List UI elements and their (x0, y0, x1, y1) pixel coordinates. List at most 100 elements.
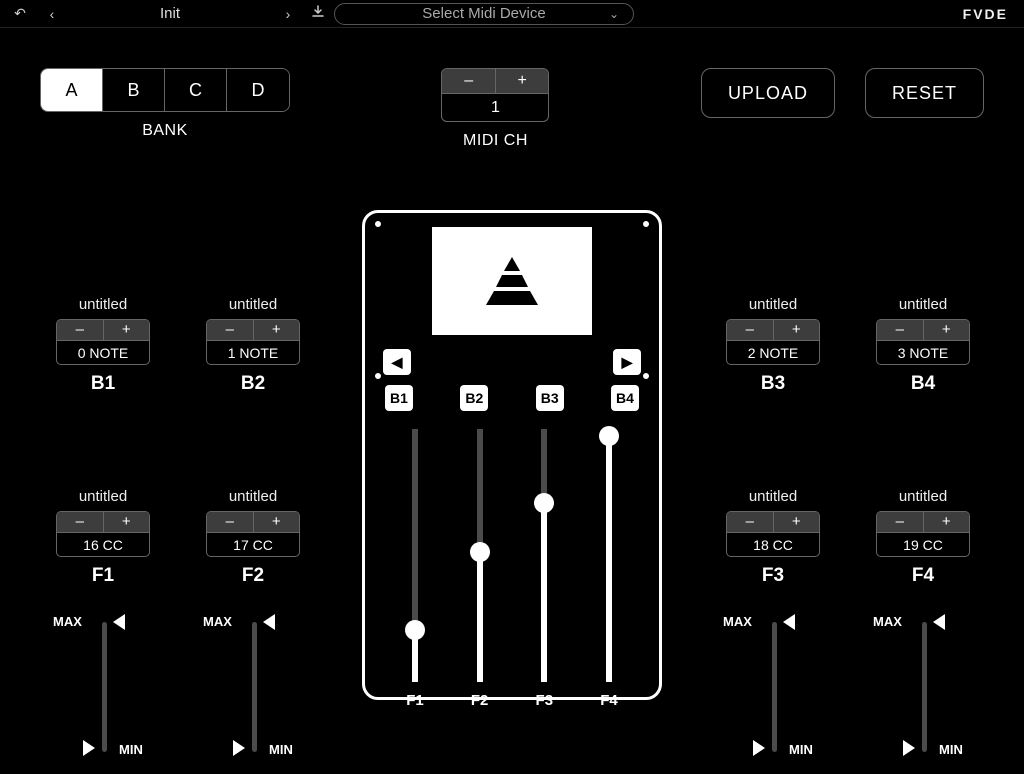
cc-control-f1: untitled – + 16 CC F1 (43, 488, 163, 587)
device-prev-button[interactable]: ◀ (383, 349, 411, 375)
note-control-b1: untitled – + 0 NOTE B1 (43, 296, 163, 395)
cc-title[interactable]: untitled (863, 488, 983, 505)
midi-ch-decrement-button[interactable]: – (442, 69, 496, 93)
fader-label: F2 (471, 692, 489, 709)
triangle-right-icon[interactable] (83, 740, 95, 756)
note-value: 2 NOTE (726, 341, 820, 365)
triangle-left-icon[interactable] (113, 614, 125, 630)
cc-increment-button[interactable]: + (104, 512, 150, 532)
cc-control-f2: untitled – + 17 CC F2 (193, 488, 313, 587)
range-slider-f1[interactable]: MAX MIN (53, 608, 153, 762)
cc-increment-button[interactable]: + (774, 512, 820, 532)
triangle-left-icon: ◀ (392, 354, 403, 371)
midi-channel-control: – + 1 MIDI CH (441, 68, 549, 150)
range-max-label: MAX (203, 614, 232, 629)
bank-a-button[interactable]: A (41, 69, 103, 111)
cc-increment-button[interactable]: + (924, 512, 970, 532)
note-decrement-button[interactable]: – (57, 320, 104, 340)
range-track (772, 622, 777, 752)
cc-decrement-button[interactable]: – (727, 512, 774, 532)
midi-ch-increment-button[interactable]: + (496, 69, 549, 93)
fader-knob[interactable] (470, 542, 490, 562)
prev-preset-button[interactable]: ‹ (38, 3, 66, 25)
toolbar: ↶ ‹ Init › Select Midi Device ⌄ FVDE (0, 0, 1024, 28)
note-title[interactable]: untitled (713, 296, 833, 313)
triangle-right-icon[interactable] (233, 740, 245, 756)
fader-label: F4 (600, 692, 618, 709)
upload-button[interactable]: UPLOAD (701, 68, 835, 118)
preset-name[interactable]: Init (70, 5, 270, 22)
range-slider-f4[interactable]: MAX MIN (873, 608, 973, 762)
device-fader-f1[interactable]: F1 (395, 429, 435, 709)
note-decrement-button[interactable]: – (877, 320, 924, 340)
bank-b-button[interactable]: B (103, 69, 165, 111)
cc-label: F2 (193, 565, 313, 587)
device-next-button[interactable]: ▶ (613, 349, 641, 375)
cc-value: 19 CC (876, 533, 970, 557)
cc-decrement-button[interactable]: – (57, 512, 104, 532)
chevron-down-icon: ⌄ (609, 7, 619, 21)
note-increment-button[interactable]: + (104, 320, 150, 340)
device-fader-f3[interactable]: F3 (524, 429, 564, 709)
midi-ch-label: MIDI CH (441, 132, 549, 150)
undo-button[interactable]: ↶ (6, 3, 34, 25)
hardware-device: ◀ ▶ B1 B2 B3 B4 F1F2F3F4 (362, 210, 662, 700)
range-min-label: MIN (119, 742, 143, 757)
note-label: B4 (863, 373, 983, 395)
note-control-b4: untitled – + 3 NOTE B4 (863, 296, 983, 395)
range-slider-f3[interactable]: MAX MIN (723, 608, 823, 762)
device-b4-button[interactable]: B4 (611, 385, 639, 411)
device-b1-button[interactable]: B1 (385, 385, 413, 411)
triangle-right-icon[interactable] (753, 740, 765, 756)
note-title[interactable]: untitled (863, 296, 983, 313)
chevron-left-icon: ‹ (50, 6, 55, 22)
device-fader-f4[interactable]: F4 (589, 429, 629, 709)
midi-device-select[interactable]: Select Midi Device ⌄ (334, 3, 634, 25)
cc-increment-button[interactable]: + (254, 512, 300, 532)
range-max-label: MAX (873, 614, 902, 629)
note-increment-button[interactable]: + (774, 320, 820, 340)
bank-label: BANK (40, 122, 290, 140)
cc-title[interactable]: untitled (713, 488, 833, 505)
note-increment-button[interactable]: + (924, 320, 970, 340)
range-track (922, 622, 927, 752)
device-fader-f2[interactable]: F2 (460, 429, 500, 709)
note-increment-button[interactable]: + (254, 320, 300, 340)
fader-knob[interactable] (405, 620, 425, 640)
note-title[interactable]: untitled (43, 296, 163, 313)
note-label: B3 (713, 373, 833, 395)
triangle-left-icon[interactable] (933, 614, 945, 630)
pyramid-icon (482, 251, 542, 311)
triangle-left-icon[interactable] (783, 614, 795, 630)
note-label: B2 (193, 373, 313, 395)
cc-title[interactable]: untitled (43, 488, 163, 505)
range-track (102, 622, 107, 752)
note-control-b2: untitled – + 1 NOTE B2 (193, 296, 313, 395)
midi-device-label: Select Midi Device (422, 5, 545, 22)
cc-value: 16 CC (56, 533, 150, 557)
range-min-label: MIN (269, 742, 293, 757)
reset-button[interactable]: RESET (865, 68, 984, 118)
screw-icon (643, 221, 649, 227)
cc-decrement-button[interactable]: – (877, 512, 924, 532)
range-slider-f2[interactable]: MAX MIN (203, 608, 303, 762)
note-value: 1 NOTE (206, 341, 300, 365)
bank-c-button[interactable]: C (165, 69, 227, 111)
cc-decrement-button[interactable]: – (207, 512, 254, 532)
screw-icon (375, 221, 381, 227)
cc-control-f4: untitled – + 19 CC F4 (863, 488, 983, 587)
fader-knob[interactable] (534, 493, 554, 513)
triangle-right-icon[interactable] (903, 740, 915, 756)
cc-title[interactable]: untitled (193, 488, 313, 505)
note-decrement-button[interactable]: – (727, 320, 774, 340)
midi-ch-value: 1 (441, 94, 549, 122)
triangle-left-icon[interactable] (263, 614, 275, 630)
fader-knob[interactable] (599, 426, 619, 446)
bank-d-button[interactable]: D (227, 69, 289, 111)
note-decrement-button[interactable]: – (207, 320, 254, 340)
device-b3-button[interactable]: B3 (536, 385, 564, 411)
next-preset-button[interactable]: › (274, 3, 302, 25)
note-title[interactable]: untitled (193, 296, 313, 313)
import-button[interactable] (306, 3, 330, 25)
device-b2-button[interactable]: B2 (460, 385, 488, 411)
